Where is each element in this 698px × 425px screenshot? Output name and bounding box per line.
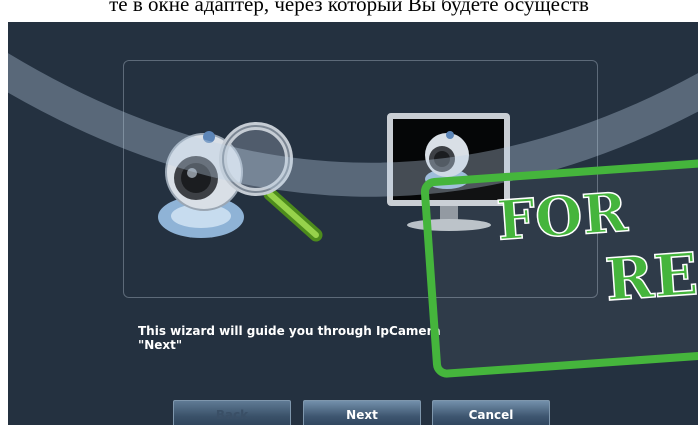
watermark-stamp: FOR RE <box>420 156 698 379</box>
next-button[interactable]: Next <box>303 400 421 425</box>
back-button[interactable]: Back <box>173 400 291 425</box>
watermark-stamp-graphic: FOR RE <box>494 179 698 315</box>
setup-wizard-window: This wizard will guide you through IpCam… <box>8 22 698 425</box>
background-document-text: те в окне адаптер, через который Вы буде… <box>109 0 589 16</box>
watermark-line2: RE <box>603 240 698 314</box>
cancel-button[interactable]: Cancel <box>432 400 550 425</box>
watermark-line1: FOR <box>495 180 631 253</box>
